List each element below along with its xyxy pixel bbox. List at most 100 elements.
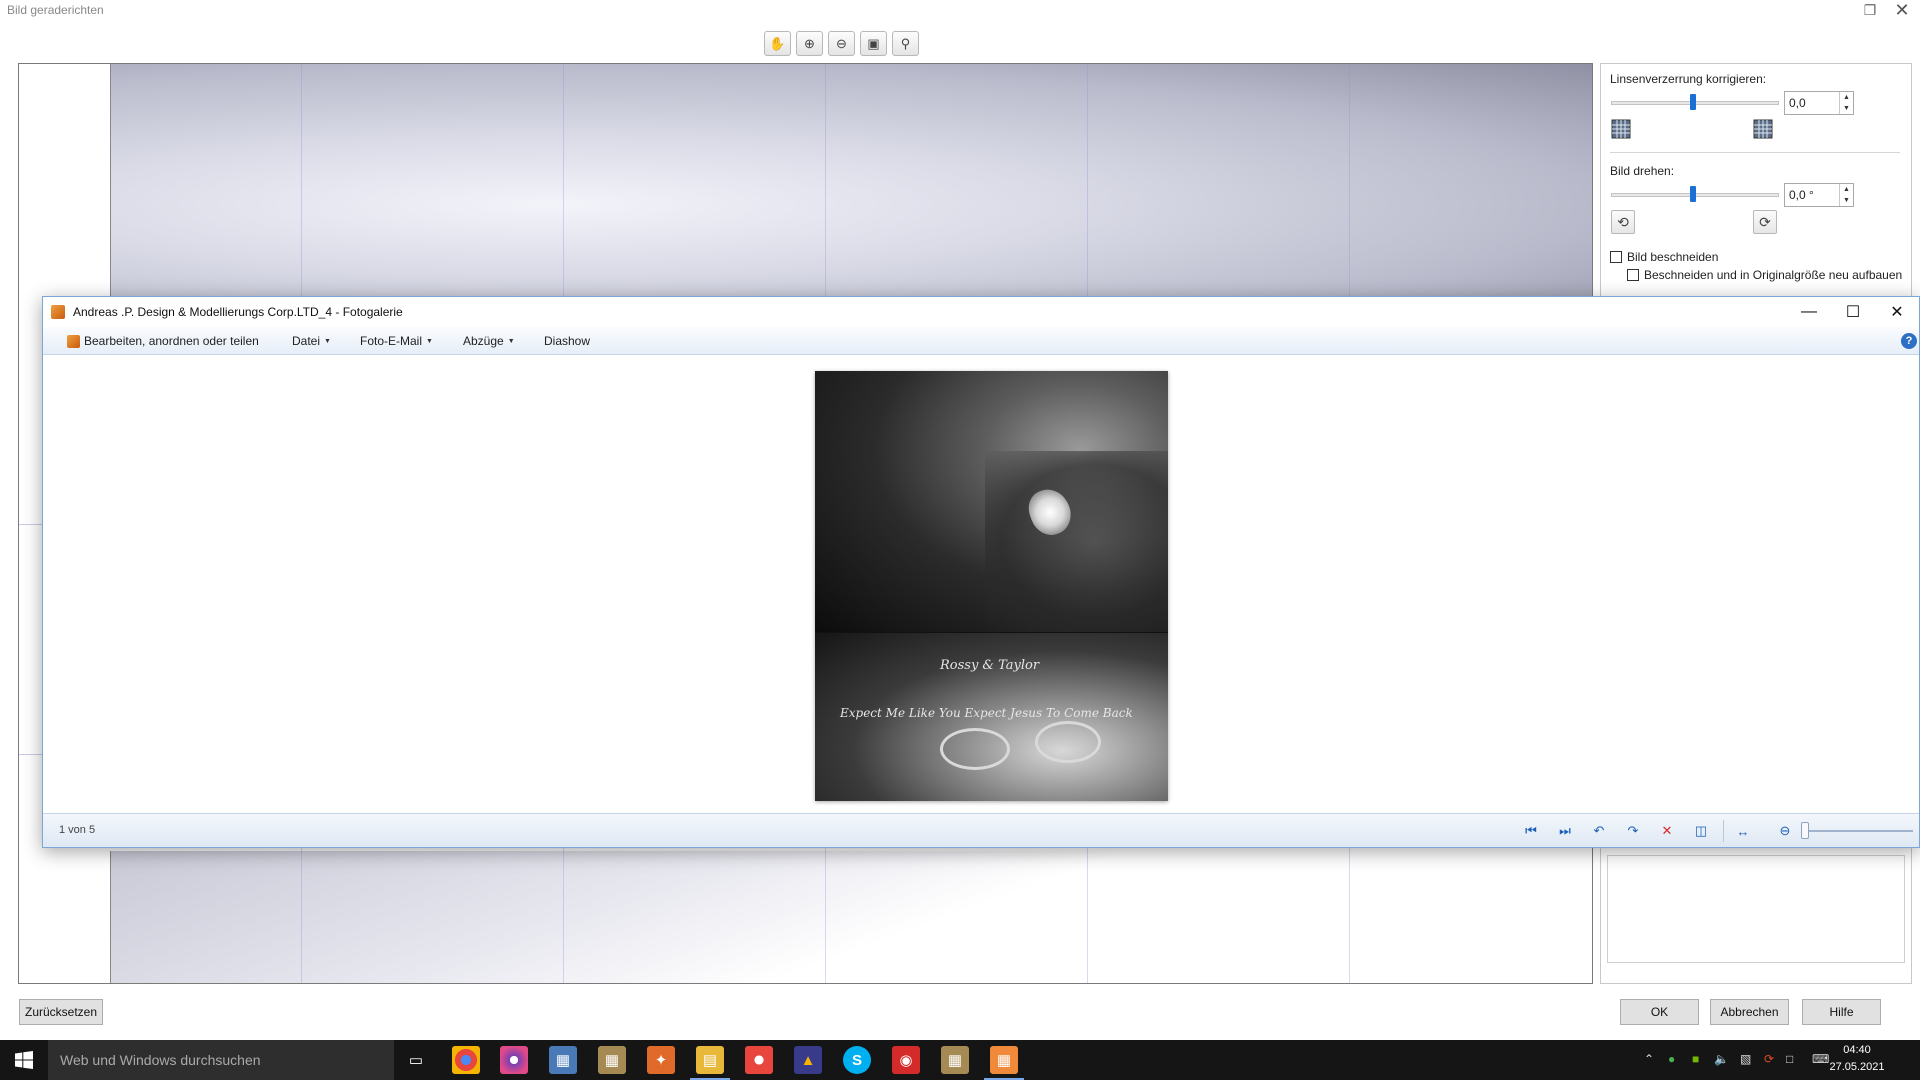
lens-distortion-spinbox[interactable]: 0,0 ▲ ▼ bbox=[1784, 91, 1854, 115]
photo-caption-quote: Expect Me Like You Expect Jesus To Come … bbox=[840, 706, 1133, 720]
barrel-grid-icon[interactable] bbox=[1610, 118, 1632, 140]
rotate-value[interactable]: 0,0 ° bbox=[1785, 184, 1839, 206]
spin-up-icon[interactable]: ▲ bbox=[1840, 92, 1853, 103]
crop-rebuild-checkbox[interactable]: Beschneiden und in Originalgröße neu auf… bbox=[1627, 268, 1902, 282]
hand-pan-icon[interactable]: ✋ bbox=[764, 31, 791, 56]
photo-viewer[interactable]: Rossy & Taylor Expect Me Like You Expect… bbox=[43, 356, 1919, 812]
displayed-photo: Rossy & Taylor Expect Me Like You Expect… bbox=[815, 371, 1168, 801]
image-folder-icon[interactable]: ▦ bbox=[941, 1046, 969, 1074]
rotate-left-icon[interactable]: ⟲ bbox=[1611, 210, 1635, 234]
menu-file-label: Datei bbox=[292, 334, 321, 348]
office-app-icon[interactable]: ✦ bbox=[647, 1046, 675, 1074]
windows-start-icon[interactable] bbox=[0, 1040, 48, 1080]
photo-gallery-icon bbox=[67, 334, 80, 348]
clock-date[interactable]: 27.05.2021 bbox=[1827, 1061, 1887, 1073]
separator bbox=[1610, 152, 1900, 153]
rotate-slider-thumb[interactable] bbox=[1690, 186, 1696, 202]
close-icon[interactable]: ✕ bbox=[1875, 297, 1919, 327]
game-app-icon[interactable]: ▲ bbox=[794, 1046, 822, 1074]
lens-distortion-label: Linsenverzerrung korrigieren: bbox=[1610, 72, 1767, 86]
photo-gallery-taskbar-icon[interactable]: ▦ bbox=[990, 1046, 1018, 1074]
nvidia-tray-icon[interactable]: ■ bbox=[1692, 1052, 1699, 1066]
zoom-slider-thumb[interactable] bbox=[1801, 822, 1809, 839]
browser-app-icon[interactable] bbox=[745, 1046, 773, 1074]
file-explorer-icon[interactable]: ▤ bbox=[696, 1046, 724, 1074]
menu-edit-label: Bearbeiten, anordnen oder teilen bbox=[84, 334, 259, 348]
gallery-menubar: Bearbeiten, anordnen oder teilen Datei ▼ … bbox=[43, 327, 1919, 355]
spin-up-icon[interactable]: ▲ bbox=[1840, 184, 1853, 195]
tray-chevron-up-icon[interactable]: ⌃ bbox=[1644, 1052, 1654, 1066]
spin-down-icon[interactable]: ▼ bbox=[1840, 103, 1853, 114]
rotate-right-icon[interactable]: ↷ bbox=[1623, 821, 1643, 841]
caret-down-icon: ▼ bbox=[324, 337, 331, 345]
update-tray-icon[interactable]: ⟳ bbox=[1764, 1052, 1774, 1066]
actual-size-icon[interactable]: ⚲ bbox=[892, 31, 919, 56]
skype-icon[interactable]: S bbox=[843, 1046, 871, 1074]
menu-prints[interactable]: Abzüge ▼ bbox=[463, 334, 515, 348]
fit-to-window-icon[interactable]: ↔ bbox=[1733, 821, 1753, 841]
menu-file[interactable]: Datei ▼ bbox=[292, 334, 331, 348]
minimize-icon[interactable]: — bbox=[1787, 297, 1831, 327]
gallery-titlebar[interactable]: Andreas .P. Design & Modellierungs Corp.… bbox=[43, 297, 1919, 327]
photo-counter: 1 von 5 bbox=[59, 824, 96, 836]
reset-button[interactable]: Zurücksetzen bbox=[19, 999, 103, 1025]
zoom-slider[interactable] bbox=[1801, 830, 1913, 832]
zoom-out-icon[interactable]: ⊖ bbox=[828, 31, 855, 56]
taskbar-search-placeholder: Web und Windows durchsuchen bbox=[60, 1052, 261, 1068]
lens-distortion-slider-thumb[interactable] bbox=[1690, 94, 1696, 110]
restore-icon[interactable]: ❐ bbox=[1858, 0, 1882, 20]
gallery-statusbar: 1 von 5 ⏮ ⏭ ↶ ↷ ✕ ◫ ↔ ⊖ bbox=[43, 813, 1919, 847]
close-icon[interactable]: ✕ bbox=[1890, 0, 1914, 20]
menu-edit[interactable]: Bearbeiten, anordnen oder teilen bbox=[67, 334, 259, 348]
menu-prints-label: Abzüge bbox=[463, 334, 504, 348]
image-folder-icon[interactable]: ▦ bbox=[598, 1046, 626, 1074]
task-view-icon[interactable]: ▭ bbox=[402, 1046, 430, 1074]
camera-app-icon[interactable]: ◉ bbox=[892, 1046, 920, 1074]
settings-panel-lower-area bbox=[1607, 855, 1905, 963]
crop-rebuild-checkbox-label: Beschneiden und in Originalgröße neu auf… bbox=[1644, 268, 1903, 282]
menu-email[interactable]: Foto-E-Mail ▼ bbox=[360, 334, 433, 348]
taskbar-search[interactable]: Web und Windows durchsuchen bbox=[48, 1040, 394, 1080]
menu-slideshow[interactable]: Diashow bbox=[544, 334, 590, 348]
help-icon[interactable]: ? bbox=[1901, 333, 1917, 349]
previous-icon[interactable]: ⏮ bbox=[1521, 821, 1541, 841]
fit-to-window-icon[interactable]: ▣ bbox=[860, 31, 887, 56]
rotate-left-icon[interactable]: ↶ bbox=[1589, 821, 1609, 841]
volume-icon[interactable]: 🔈 bbox=[1714, 1052, 1729, 1066]
photos-app-icon[interactable] bbox=[500, 1046, 528, 1074]
ok-button[interactable]: OK bbox=[1620, 999, 1699, 1025]
checkbox-box[interactable] bbox=[1627, 269, 1639, 281]
network-icon[interactable]: ▧ bbox=[1740, 1052, 1751, 1066]
pincushion-grid-icon[interactable] bbox=[1752, 118, 1774, 140]
action-center-icon[interactable]: □ bbox=[1786, 1052, 1793, 1066]
zoom-toolbar: ✋ ⊕ ⊖ ▣ ⚲ bbox=[764, 31, 919, 56]
zoom-in-icon[interactable]: ⊕ bbox=[796, 31, 823, 56]
separator bbox=[1723, 820, 1724, 842]
checkbox-box[interactable] bbox=[1610, 251, 1622, 263]
gallery-title: Andreas .P. Design & Modellierungs Corp.… bbox=[73, 305, 403, 319]
security-tray-icon[interactable]: ● bbox=[1668, 1052, 1675, 1066]
maximize-icon[interactable]: ☐ bbox=[1831, 297, 1875, 327]
zoom-out-icon[interactable]: ⊖ bbox=[1775, 821, 1795, 841]
photo-glasses-shape bbox=[940, 728, 1010, 770]
rotate-right-icon[interactable]: ⟳ bbox=[1753, 210, 1777, 234]
dialog-title: Bild geraderichten bbox=[7, 3, 104, 17]
photo-glasses-shape bbox=[1035, 721, 1101, 763]
rotate-spinbox[interactable]: 0,0 ° ▲ ▼ bbox=[1784, 183, 1854, 207]
cancel-button[interactable]: Abbrechen bbox=[1710, 999, 1789, 1025]
caret-down-icon: ▼ bbox=[426, 337, 433, 345]
chrome-icon[interactable] bbox=[452, 1046, 480, 1074]
next-icon[interactable]: ⏭ bbox=[1555, 821, 1575, 841]
slideshow-icon[interactable]: ◫ bbox=[1691, 821, 1711, 841]
clock-time[interactable]: 04:40 bbox=[1827, 1044, 1887, 1056]
help-button[interactable]: Hilfe bbox=[1802, 999, 1881, 1025]
photo-gallery-window: Andreas .P. Design & Modellierungs Corp.… bbox=[42, 296, 1920, 848]
photo-gallery-app-icon bbox=[51, 305, 65, 319]
photo-viewer-app-icon[interactable]: ▦ bbox=[549, 1046, 577, 1074]
delete-icon[interactable]: ✕ bbox=[1657, 821, 1677, 841]
crop-checkbox[interactable]: Bild beschneiden bbox=[1610, 250, 1718, 264]
spin-down-icon[interactable]: ▼ bbox=[1840, 195, 1853, 206]
lens-distortion-value[interactable]: 0,0 bbox=[1785, 92, 1839, 114]
photo-caption-title: Rossy & Taylor bbox=[940, 658, 1040, 673]
menu-email-label: Foto-E-Mail bbox=[360, 334, 423, 348]
